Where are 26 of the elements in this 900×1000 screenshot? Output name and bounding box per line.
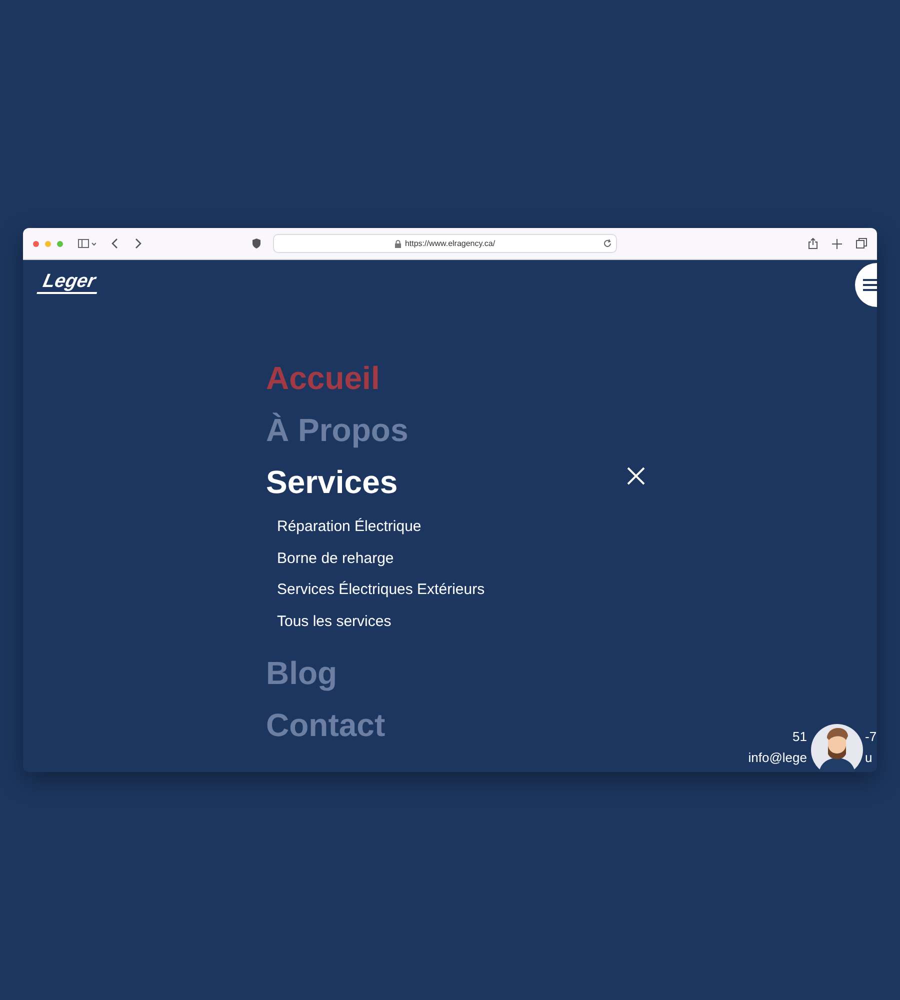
submenu-link[interactable]: Réparation Électrique (277, 511, 422, 543)
forward-icon[interactable] (134, 238, 142, 249)
submenu-link[interactable]: Services Électriques Extérieurs (277, 574, 485, 606)
contact-text: info@lege (748, 749, 807, 767)
address-bar[interactable]: https://www.elragency.ca/ (273, 234, 617, 253)
new-tab-icon[interactable] (832, 238, 842, 248)
contact-text: u (865, 749, 872, 767)
url-text: https://www.elragency.ca/ (404, 239, 496, 248)
contact-text: -7 (865, 728, 877, 746)
sidebar-icon[interactable] (78, 238, 96, 248)
avatar-icon[interactable] (811, 722, 863, 772)
menu-link[interactable]: Services (266, 456, 398, 508)
shield-icon[interactable] (252, 238, 261, 249)
logo[interactable]: Leger (36, 272, 102, 294)
close-icon (627, 467, 645, 485)
close-window-button[interactable] (33, 240, 39, 246)
share-icon[interactable] (808, 238, 818, 249)
back-icon[interactable] (111, 238, 119, 249)
tabs-overview-icon[interactable] (856, 238, 867, 249)
contact-text: 51 (792, 728, 807, 746)
submenu-link[interactable]: Tous les services (277, 606, 392, 638)
close-menu-button[interactable] (625, 465, 647, 487)
lock-icon (394, 240, 401, 248)
menu-icon (863, 278, 877, 292)
reload-icon[interactable] (603, 239, 612, 248)
submenu-link[interactable]: Borne de reharge (277, 542, 394, 574)
